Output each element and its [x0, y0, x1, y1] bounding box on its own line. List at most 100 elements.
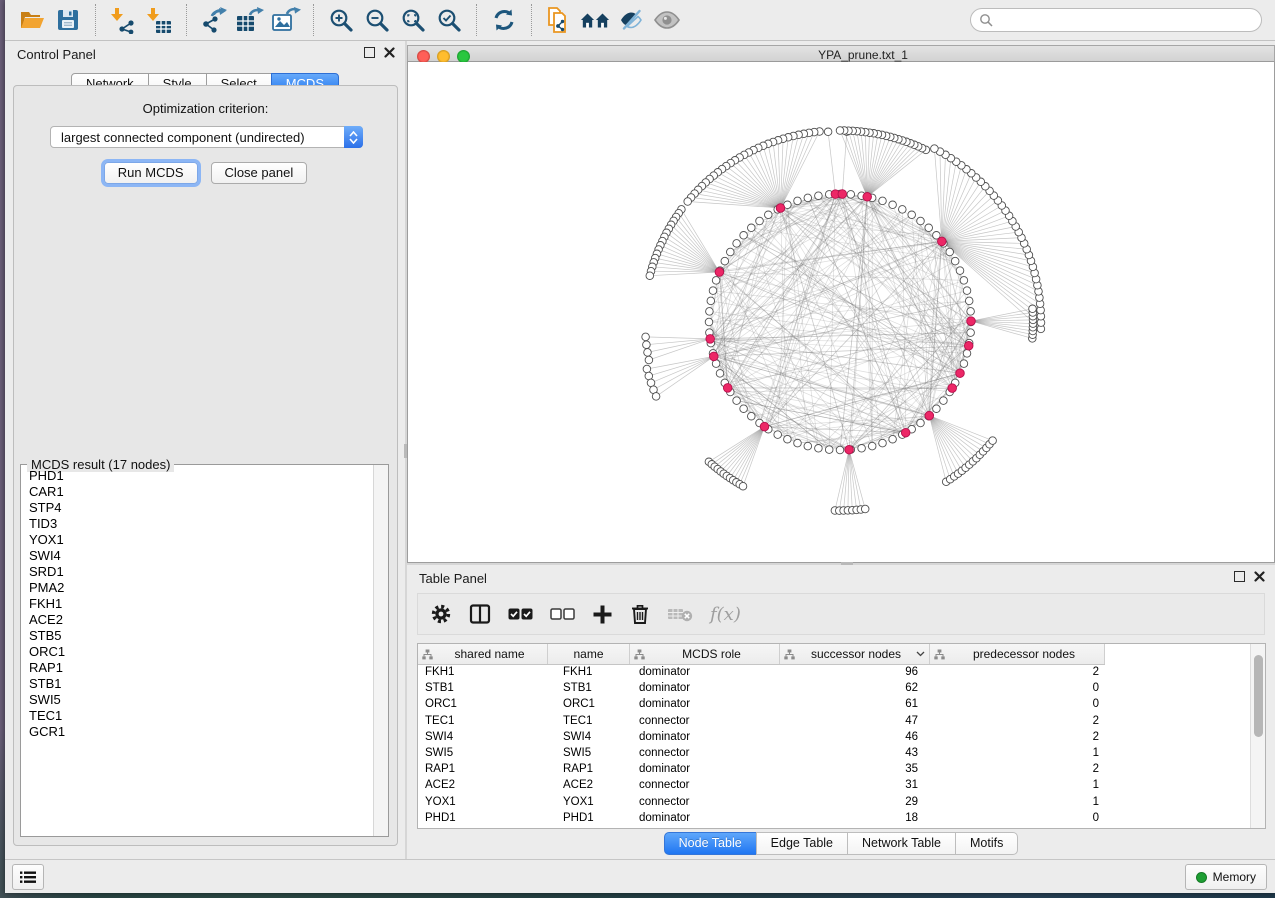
zoom-window-icon[interactable] — [457, 50, 470, 63]
memory-button[interactable]: Memory — [1185, 864, 1267, 890]
function-builder-icon: f(x) — [710, 604, 741, 625]
column-visibility-icon[interactable] — [469, 604, 491, 624]
mcds-result-item[interactable]: SRD1 — [29, 564, 374, 580]
column-header-MCDS-role[interactable]: MCDS role — [630, 644, 780, 664]
duplicate-network-icon[interactable] — [544, 5, 574, 35]
export-table-icon[interactable] — [235, 5, 265, 35]
column-header-successor-nodes[interactable]: successor nodes — [780, 644, 930, 664]
save-session-icon[interactable] — [53, 5, 83, 35]
close-panel-button[interactable]: Close panel — [211, 162, 308, 184]
mcds-result-item[interactable]: PMA2 — [29, 580, 374, 596]
table-row[interactable]: STB1STB1dominator620 — [418, 680, 1251, 696]
export-image-icon[interactable] — [271, 5, 301, 35]
zoom-selected-icon[interactable] — [434, 5, 464, 35]
zoom-out-icon[interactable] — [362, 5, 392, 35]
mcds-list-scrollbar[interactable] — [373, 465, 388, 836]
mcds-result-item[interactable]: GCR1 — [29, 724, 374, 740]
network-canvas[interactable] — [407, 62, 1275, 563]
search-input[interactable] — [970, 8, 1262, 32]
table-cell: PHD1 — [548, 812, 630, 824]
network-window-titlebar[interactable]: YPA_prune.txt_1 — [407, 45, 1275, 62]
mcds-result-item[interactable]: YOX1 — [29, 532, 374, 548]
table-row[interactable]: TEC1TEC1connector472 — [418, 713, 1251, 729]
close-panel-icon[interactable] — [384, 47, 395, 58]
mcds-result-item[interactable]: CAR1 — [29, 484, 374, 500]
table-row[interactable]: SWI4SWI4dominator462 — [418, 729, 1251, 745]
deselect-all-rows-icon[interactable] — [550, 607, 575, 621]
zoom-in-icon[interactable] — [326, 5, 356, 35]
table-cell: SWI4 — [548, 731, 630, 743]
table-cell: 35 — [780, 763, 930, 775]
tab-motifs[interactable]: Motifs — [955, 832, 1018, 855]
minimize-window-icon[interactable] — [437, 50, 450, 63]
close-table-panel-icon[interactable] — [1254, 571, 1265, 582]
graphics-details-icon[interactable] — [616, 5, 646, 35]
column-header-shared-name[interactable]: shared name — [418, 644, 548, 664]
mcds-result-item[interactable]: RAP1 — [29, 660, 374, 676]
table-row[interactable]: RAP1RAP1dominator352 — [418, 761, 1251, 777]
zoom-fit-icon[interactable] — [398, 5, 428, 35]
table-cell: dominator — [630, 698, 780, 710]
mcds-result-item[interactable]: SWI4 — [29, 548, 374, 564]
table-row[interactable]: ACE2ACE2connector311 — [418, 777, 1251, 793]
control-panel-title: Control Panel — [17, 47, 96, 62]
refresh-icon[interactable] — [489, 5, 519, 35]
table-cell: RAP1 — [548, 763, 630, 775]
memory-status-icon — [1196, 872, 1207, 883]
add-column-icon[interactable] — [592, 604, 613, 625]
mcds-result-list: PHD1CAR1STP4TID3YOX1SWI4SRD1PMA2FKH1ACE2… — [22, 468, 374, 835]
tab-node-table[interactable]: Node Table — [664, 832, 757, 855]
mcds-result-item[interactable]: STB1 — [29, 676, 374, 692]
column-header-predecessor-nodes[interactable]: predecessor nodes — [930, 644, 1105, 664]
table-cell: PHD1 — [418, 812, 548, 824]
mcds-result-group: MCDS result (17 nodes) PHD1CAR1STP4TID3Y… — [20, 464, 389, 837]
tab-edge-table[interactable]: Edge Table — [756, 832, 848, 855]
mcds-result-item[interactable]: TEC1 — [29, 708, 374, 724]
optimization-criterion-select[interactable]: largest connected component (undirected) — [50, 126, 363, 148]
table-scrollbar-thumb[interactable] — [1254, 655, 1263, 737]
delete-column-icon[interactable] — [630, 603, 650, 625]
table-cell: FKH1 — [418, 666, 548, 678]
optimization-criterion-value: largest connected component (undirected) — [61, 130, 305, 145]
node-table-body: FKH1FKH1dominator962STB1STB1dominator620… — [418, 664, 1251, 828]
run-mcds-button[interactable]: Run MCDS — [104, 162, 198, 184]
table-cell: STB1 — [548, 682, 630, 694]
float-panel-icon[interactable] — [364, 47, 375, 58]
mcds-result-item[interactable]: STP4 — [29, 500, 374, 516]
task-history-button[interactable] — [12, 864, 44, 890]
import-table-icon[interactable] — [144, 5, 174, 35]
table-scrollbar[interactable] — [1250, 644, 1265, 828]
column-header-name[interactable]: name — [548, 644, 630, 664]
table-row[interactable]: FKH1FKH1dominator962 — [418, 664, 1251, 680]
mcds-result-item[interactable]: SWI5 — [29, 692, 374, 708]
control-panel: Control Panel Network Style Select MCDS … — [5, 41, 405, 860]
table-row[interactable]: PHD1PHD1dominator180 — [418, 810, 1251, 826]
mcds-result-item[interactable]: TID3 — [29, 516, 374, 532]
tab-network-table[interactable]: Network Table — [847, 832, 956, 855]
table-cell: ORC1 — [548, 698, 630, 710]
float-table-panel-icon[interactable] — [1234, 571, 1245, 582]
table-toolbar: f(x) — [417, 593, 1265, 635]
mcds-result-item[interactable]: ORC1 — [29, 644, 374, 660]
table-cell: dominator — [630, 731, 780, 743]
table-cell: 31 — [780, 779, 930, 791]
mcds-result-item[interactable]: ACE2 — [29, 612, 374, 628]
table-cell: 18 — [780, 812, 930, 824]
table-cell: ACE2 — [418, 779, 548, 791]
table-panel-title: Table Panel — [419, 571, 487, 586]
open-file-icon[interactable] — [17, 5, 47, 35]
table-row[interactable]: ORC1ORC1dominator610 — [418, 696, 1251, 712]
import-network-icon[interactable] — [108, 5, 138, 35]
export-network-icon[interactable] — [199, 5, 229, 35]
mcds-result-item[interactable]: STB5 — [29, 628, 374, 644]
table-row[interactable]: SWI5SWI5connector431 — [418, 745, 1251, 761]
select-all-rows-icon[interactable] — [508, 607, 533, 621]
mcds-result-item[interactable]: FKH1 — [29, 596, 374, 612]
table-row[interactable]: YOX1YOX1connector291 — [418, 794, 1251, 810]
table-settings-gear-icon[interactable] — [430, 603, 452, 625]
toolbar-separator — [531, 4, 532, 36]
mcds-result-item[interactable]: PHD1 — [29, 468, 374, 484]
close-window-icon[interactable] — [417, 50, 430, 63]
table-cell: YOX1 — [548, 796, 630, 808]
first-neighbors-icon[interactable] — [580, 5, 610, 35]
